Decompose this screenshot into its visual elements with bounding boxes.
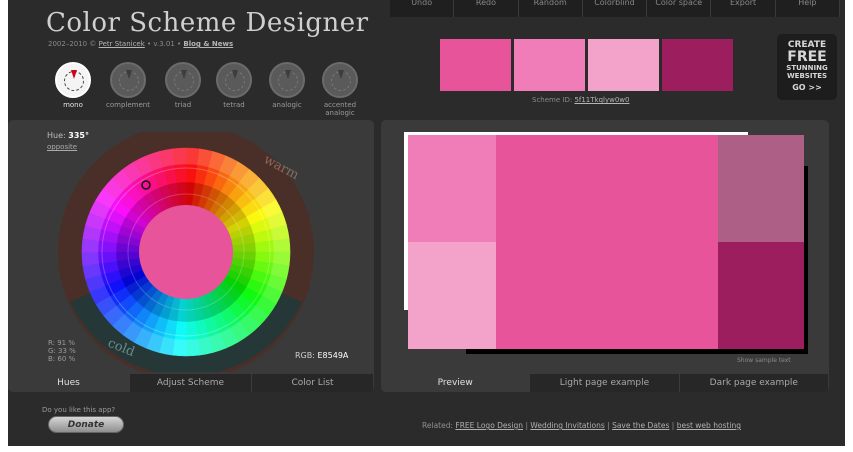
wheel-segment[interactable]: [172, 147, 187, 166]
credits-prefix: 2002–2010 ©: [48, 40, 99, 48]
credits-version: • v.3.01 •: [144, 40, 184, 48]
tab-adjust-scheme[interactable]: Adjust Scheme: [130, 374, 252, 392]
mode-triad[interactable]: triad: [155, 62, 211, 109]
rgb-hex-readout: RGB: E8549A: [295, 351, 348, 360]
swatch-dark[interactable]: [662, 39, 733, 91]
mode-label: accented analogic: [323, 101, 357, 117]
rgb-percent-readout: R: 91 % G: 33 % B: 60 %: [48, 339, 76, 363]
right-tabs: Preview Light page example Dark page exa…: [381, 374, 829, 392]
wheel-segment[interactable]: [174, 163, 187, 183]
tetrad-icon: [216, 62, 252, 98]
ad-line-3b: WEBSITES: [786, 72, 828, 80]
rgb-g-percent: G: 33 %: [48, 347, 76, 355]
app-title: Color Scheme Designer: [46, 8, 369, 38]
selected-color-center: [139, 205, 233, 299]
scheme-id-link[interactable]: 5f11Tkqlyw0w0: [574, 96, 629, 104]
mode-accented-analogic[interactable]: accented analogic: [312, 62, 368, 117]
ad-line-3a: STUNNING: [786, 64, 828, 72]
donate-button[interactable]: Donate: [48, 416, 124, 433]
show-sample-text-toggle[interactable]: Show sample text: [737, 357, 791, 364]
ad-create-websites[interactable]: CREATE FREE STUNNING WEBSITES GO >>: [777, 34, 837, 100]
credits: 2002–2010 © Petr Stanicek • v.3.01 • Blo…: [48, 40, 233, 48]
scheme-swatches: [440, 39, 736, 91]
preview-block-dark: [718, 242, 804, 349]
wheel-segment[interactable]: [81, 251, 100, 266]
mode-label: triad: [174, 101, 192, 109]
related-links: Related: FREE Logo Design | Wedding Invi…: [422, 421, 741, 430]
menu-colorblind[interactable]: Colorblind: [583, 0, 648, 17]
preview-block-mauve: [718, 135, 804, 242]
related-link-save-the-dates[interactable]: Save the Dates: [612, 421, 669, 430]
rgb-b-percent: B: 60 %: [48, 355, 76, 363]
ad-line-2: FREE: [787, 49, 827, 65]
left-tabs: Hues Adjust Scheme Color List: [8, 374, 374, 392]
wheel-segment[interactable]: [185, 338, 200, 357]
tab-hues[interactable]: Hues: [8, 374, 130, 392]
hues-panel: Hue: 335° opposite warm cold R: 91 % G: …: [8, 120, 374, 392]
mode-tetrad[interactable]: tetrad: [206, 62, 262, 109]
wheel-segment[interactable]: [255, 240, 275, 253]
swatch-light-1[interactable]: [514, 39, 585, 91]
rgb-label: RGB:: [295, 351, 315, 360]
wheel-segment[interactable]: [185, 321, 198, 341]
accented-analogic-icon: [322, 62, 358, 98]
page-margin: [845, 0, 853, 452]
app-window: Color Scheme Designer 2002–2010 © Petr S…: [8, 0, 853, 446]
preview-block-light-2: [408, 242, 496, 349]
menu-export[interactable]: Export: [711, 0, 776, 17]
blog-news-link[interactable]: Blog & News: [183, 40, 233, 48]
swatch-primary[interactable]: [440, 39, 511, 91]
preview-block-light-1: [408, 135, 496, 242]
menu-undo[interactable]: Undo: [390, 0, 455, 17]
rgb-value: E8549A: [317, 351, 349, 360]
mode-complement[interactable]: complement: [100, 62, 156, 109]
swatch-light-2[interactable]: [588, 39, 659, 91]
mode-analogic[interactable]: analogic: [259, 62, 315, 109]
tab-preview[interactable]: Preview: [381, 374, 531, 392]
mode-label: analogic: [272, 101, 302, 109]
menu-help[interactable]: Help: [776, 0, 840, 17]
preview-panel: Show sample text Preview Light page exam…: [381, 120, 829, 392]
wheel-segment[interactable]: [272, 238, 291, 253]
scheme-id-label: Scheme ID:: [532, 96, 573, 104]
mode-label: complement: [106, 101, 150, 109]
author-link[interactable]: Petr Stanicek: [99, 40, 145, 48]
related-link-wedding-invitations[interactable]: Wedding Invitations: [530, 421, 604, 430]
triad-icon: [165, 62, 201, 98]
scheme-id: Scheme ID: 5f11Tkqlyw0w0: [532, 96, 629, 104]
wheel-segment[interactable]: [97, 251, 117, 264]
color-wheel[interactable]: warm cold: [55, 132, 317, 372]
related-link-logo-design[interactable]: FREE Logo Design: [455, 421, 523, 430]
analogic-icon: [269, 62, 305, 98]
mono-icon: [55, 62, 91, 98]
mode-mono[interactable]: mono: [45, 62, 101, 109]
like-question: Do you like this app?: [42, 406, 116, 414]
complement-icon: [110, 62, 146, 98]
mode-label: tetrad: [223, 101, 245, 109]
tab-color-list[interactable]: Color List: [252, 374, 374, 392]
mode-label: mono: [63, 101, 83, 109]
tab-dark-page-example[interactable]: Dark page example: [679, 374, 829, 392]
top-menu: Undo Redo Random Colorblind Color space …: [390, 0, 840, 17]
tab-light-page-example[interactable]: Light page example: [530, 374, 680, 392]
preview-block-primary: [496, 135, 718, 349]
menu-redo[interactable]: Redo: [454, 0, 519, 17]
rgb-r-percent: R: 91 %: [48, 339, 76, 347]
related-link-web-hosting[interactable]: best web hosting: [677, 421, 741, 430]
related-label: Related:: [422, 421, 454, 430]
ad-go-link: GO >>: [792, 83, 822, 92]
menu-color-space[interactable]: Color space: [647, 0, 712, 17]
preview-grid: [408, 135, 804, 349]
menu-random[interactable]: Random: [519, 0, 583, 17]
